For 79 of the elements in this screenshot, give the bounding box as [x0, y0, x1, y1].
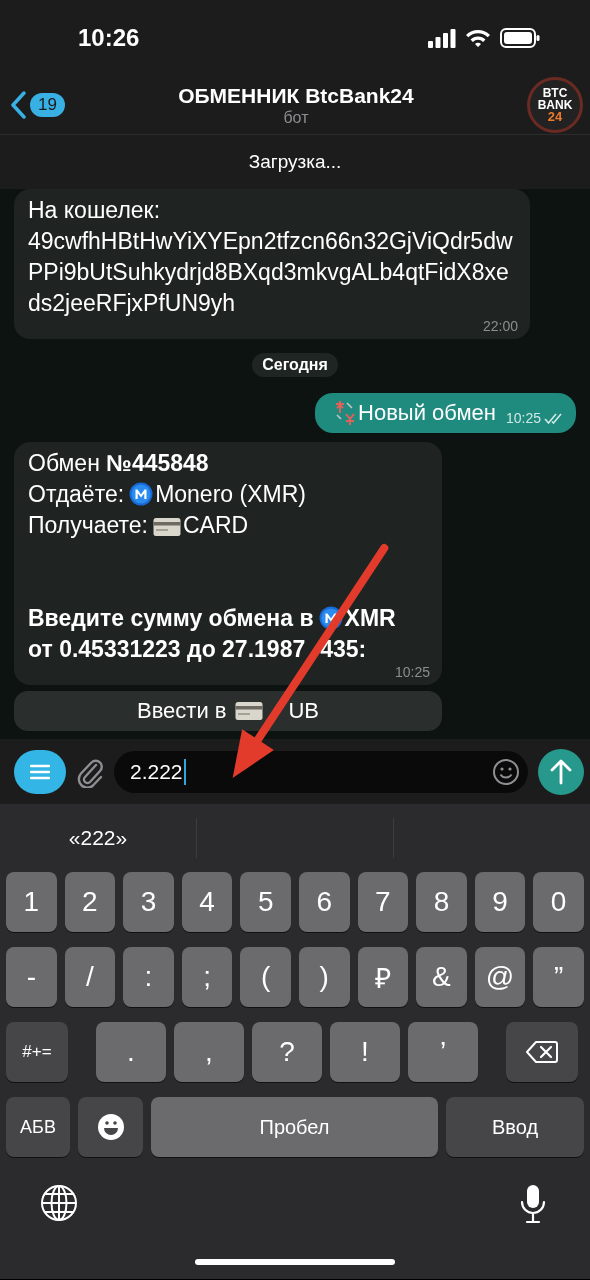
key[interactable]: 8 [416, 872, 467, 932]
key[interactable]: ( [240, 947, 291, 1007]
message-time: 10:25 [394, 663, 430, 680]
microphone-icon[interactable] [520, 1184, 546, 1224]
key[interactable]: ) [298, 947, 350, 1007]
credit-card-icon [235, 700, 264, 721]
message-text: 49cwfhHBtHwYiXYEpn2tfzcn66n32GjViQdr5dwPPi9bUtSuhkydrjd8BXqd3mkvgALb4qtFidX8xeds2jeeRFjxPfUN9yh [28, 228, 513, 316]
key[interactable]: & [416, 947, 467, 1007]
suggestion[interactable]: «222» [68, 826, 128, 850]
key[interactable]: 0 [533, 872, 584, 932]
status-time: 10:26 [78, 23, 140, 52]
space-key[interactable]: Пробел [151, 1097, 438, 1157]
date-separator: Сегодня [252, 353, 338, 377]
message-time: 22:00 [482, 318, 518, 334]
key[interactable]: ; [181, 947, 233, 1007]
chat-subtitle: бот [283, 108, 309, 127]
backspace-icon [526, 1040, 558, 1064]
smiley-icon [96, 1113, 125, 1141]
unread-badge: 19 [30, 92, 65, 117]
key[interactable]: ” [533, 947, 584, 1007]
message-text: от 0.45331223 до 27.1987 [28, 635, 306, 662]
key[interactable]: ’ [408, 1022, 478, 1082]
inline-keyboard-button[interactable]: Ввести в UB [14, 690, 442, 731]
credit-card-icon [153, 516, 181, 537]
loading-status: Загрузка... [248, 151, 342, 173]
key[interactable]: ? [252, 1022, 322, 1082]
key[interactable]: - [6, 947, 57, 1007]
send-button[interactable] [538, 748, 584, 795]
message-text: Отдаёте: [28, 480, 125, 507]
message-text: Обмен №445848 [28, 449, 209, 476]
bot-avatar[interactable]: BTC BANK 24 [527, 76, 583, 133]
coin-icon [129, 481, 154, 506]
message-text: Monero (XMR) [155, 480, 306, 507]
message-time: 10:25 [505, 410, 541, 426]
key[interactable]: : [123, 947, 174, 1007]
key[interactable]: @ [474, 947, 526, 1007]
chat-title: ОБМЕННИК BtcBank24 [178, 82, 414, 109]
avatar-logo-text: BTC [542, 86, 568, 99]
avatar-logo-text: 24 [547, 110, 563, 123]
back-chevron-icon [10, 90, 26, 119]
currency-exchange-icon [334, 400, 357, 426]
key[interactable]: 1 [6, 872, 57, 932]
key[interactable]: , [174, 1022, 244, 1082]
key[interactable]: 2 [64, 872, 116, 932]
key[interactable]: 4 [181, 872, 233, 932]
emoji-key[interactable] [78, 1097, 143, 1157]
menu-icon [30, 763, 50, 780]
key[interactable]: 7 [357, 872, 409, 932]
avatar-logo-text: BANK [537, 98, 573, 111]
back-button[interactable]: 19 [10, 90, 65, 119]
signal-icon [428, 27, 456, 48]
menu-button[interactable] [14, 749, 66, 794]
key[interactable]: 5 [240, 872, 291, 932]
smiley-icon[interactable] [492, 757, 520, 786]
message-text: Получаете: [28, 511, 148, 538]
message-text: Введите сумму обмена в [28, 604, 314, 631]
key[interactable]: . [96, 1022, 166, 1082]
key[interactable]: 9 [474, 872, 526, 932]
wifi-icon [465, 27, 491, 48]
key[interactable]: 3 [123, 872, 174, 932]
message-text: На кошелек: [28, 197, 161, 223]
key[interactable]: 6 [298, 872, 350, 932]
backspace-key[interactable] [506, 1022, 578, 1082]
coin-icon [318, 605, 343, 630]
key[interactable]: ₽ [357, 947, 409, 1007]
key[interactable]: ! [330, 1022, 400, 1082]
message-text: CARD [183, 511, 249, 538]
up-arrow-icon [550, 758, 572, 785]
message-input[interactable]: 2.222 [114, 750, 528, 793]
mode-key[interactable]: #+= [6, 1022, 68, 1082]
return-key[interactable]: Ввод [446, 1097, 584, 1157]
message-text: XMR [344, 604, 396, 631]
mode-key[interactable]: АБВ [6, 1097, 70, 1157]
message-text: 435: [320, 635, 367, 662]
globe-icon[interactable] [40, 1184, 78, 1222]
text-cursor [183, 758, 186, 785]
key[interactable]: / [64, 947, 116, 1007]
message-text: Новый обмен [358, 400, 496, 426]
battery-icon [500, 27, 540, 48]
